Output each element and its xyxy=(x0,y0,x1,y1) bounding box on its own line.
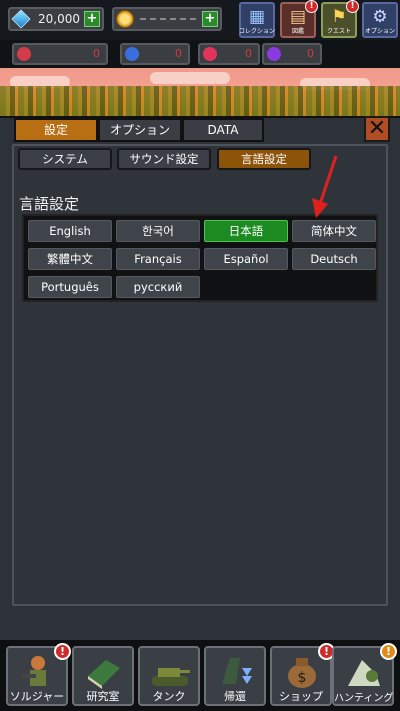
blue-gem-icon xyxy=(125,47,139,61)
collection-button[interactable]: ▦ コレクション xyxy=(239,2,275,38)
language-option-korean[interactable]: 한국어 xyxy=(116,220,200,242)
nav-soldier-label: ソルジャー xyxy=(9,690,65,703)
gem-currency: 20,000 + xyxy=(8,7,104,31)
section-title: 言語設定 xyxy=(19,195,80,213)
collection-icon: ▦ xyxy=(248,7,266,27)
close-icon: ✕ xyxy=(367,116,387,141)
nav-shop-label: ショップ xyxy=(279,690,323,703)
diamond-icon xyxy=(11,9,31,29)
language-grid: English 한국어 日本語 简体中文 繁體中文 Français Españ… xyxy=(22,214,378,302)
red-gem-icon xyxy=(17,47,31,61)
language-option-spanish[interactable]: Español xyxy=(204,248,288,270)
encyclopedia-button[interactable]: ▤ 図鑑 ! xyxy=(280,0,318,38)
gem-amount: 20,000 xyxy=(38,12,80,26)
purple-gem-counter: 0 xyxy=(262,43,322,65)
add-gems-button[interactable]: + xyxy=(84,11,100,27)
language-option-german[interactable]: Deutsch xyxy=(292,248,376,270)
subtab-sound[interactable]: サウンド設定 xyxy=(117,148,211,170)
subtab-system[interactable]: システム xyxy=(18,148,112,170)
tab-settings[interactable]: 設定 xyxy=(14,118,98,142)
red-gem-counter: 0 xyxy=(12,43,108,65)
svg-text:$: $ xyxy=(298,670,307,686)
gear-icon: ⚙ xyxy=(372,7,388,27)
coin-icon xyxy=(116,10,134,28)
tab-options[interactable]: オプション xyxy=(98,118,182,142)
tab-data[interactable]: DATA xyxy=(182,118,264,142)
language-option-french[interactable]: Français xyxy=(116,248,200,270)
language-option-portuguese[interactable]: Português xyxy=(28,276,112,298)
blue-gem-count: 0 xyxy=(175,47,182,60)
quest-alert-badge: ! xyxy=(346,0,359,13)
language-option-japanese[interactable]: 日本語 xyxy=(204,220,288,242)
nav-research[interactable]: 研究室 xyxy=(72,646,134,706)
nav-hunting[interactable]: ハンティング ! xyxy=(332,643,397,706)
close-button[interactable]: ✕ xyxy=(364,116,390,142)
coin-currency: + xyxy=(112,7,222,31)
nav-research-label: 研究室 xyxy=(86,690,120,703)
language-option-russian[interactable]: русский xyxy=(116,276,200,298)
pink-gem-icon xyxy=(203,47,217,61)
quest-button[interactable]: ⚑ クエスト ! xyxy=(321,0,359,38)
tree-line xyxy=(0,86,400,120)
nav-hunting-label: ハンティング xyxy=(334,693,394,704)
language-option-english[interactable]: English xyxy=(28,220,112,242)
nav-return-label: 帰還 xyxy=(224,690,246,703)
pink-gem-counter: 0 xyxy=(198,43,260,65)
encyclopedia-label: 図鑑 xyxy=(291,28,304,35)
purple-gem-count: 0 xyxy=(307,47,314,60)
blue-gem-counter: 0 xyxy=(120,43,190,65)
gem-counter-bar: 0 0 0 0 xyxy=(0,40,400,68)
soldier-icon xyxy=(22,656,46,686)
red-gem-count: 0 xyxy=(93,47,100,60)
nav-tank[interactable]: タンク xyxy=(138,646,200,706)
cloud xyxy=(150,72,230,84)
purple-gem-icon xyxy=(267,47,281,61)
background-scenery xyxy=(0,68,400,120)
options-button[interactable]: ⚙ オプション xyxy=(362,2,398,38)
nav-shop[interactable]: $ ショップ ! xyxy=(270,643,335,706)
language-option-traditional-chinese[interactable]: 繁體中文 xyxy=(28,248,112,270)
research-book-icon xyxy=(88,660,120,689)
subtab-language[interactable]: 言語設定 xyxy=(217,148,311,170)
options-label: オプション xyxy=(364,28,395,35)
collection-label: コレクション xyxy=(238,28,275,35)
hunting-alert-badge: ! xyxy=(380,643,397,660)
top-bar: 20,000 + + ▦ コレクション ▤ 図鑑 ! ⚑ クエスト ! ⚙ オプ… xyxy=(0,0,400,40)
nav-return[interactable]: 帰還 xyxy=(204,646,266,706)
nav-tank-label: タンク xyxy=(152,690,186,703)
encyclopedia-alert-badge: ! xyxy=(305,0,318,13)
quest-label: クエスト xyxy=(326,28,351,35)
money-bag-icon: $ xyxy=(288,658,316,688)
pink-gem-count: 0 xyxy=(245,47,252,60)
hunting-icon xyxy=(348,660,380,686)
soldier-alert-badge: ! xyxy=(54,643,71,660)
tank-icon xyxy=(152,668,190,686)
return-icon xyxy=(222,658,252,684)
annotation-arrow xyxy=(312,155,338,218)
nav-soldier[interactable]: ソルジャー ! xyxy=(6,643,71,706)
add-coins-button[interactable]: + xyxy=(202,11,218,27)
coin-amount-placeholder xyxy=(140,18,196,20)
